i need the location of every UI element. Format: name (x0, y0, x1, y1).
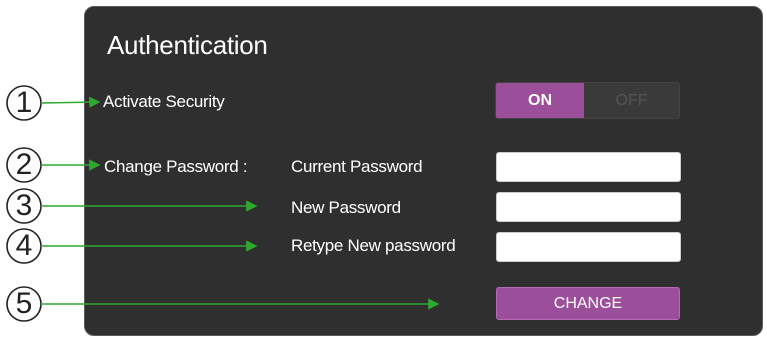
callout-number-4: 4 (15, 229, 33, 262)
new-password-field[interactable] (496, 192, 681, 222)
callout-number-3: 3 (15, 189, 33, 222)
new-password-label: New Password (291, 198, 401, 217)
callout-number-5: 5 (15, 287, 33, 320)
callout-number-2: 2 (15, 148, 33, 181)
security-toggle[interactable]: ON OFF (495, 82, 680, 119)
retype-password-label: Retype New password (291, 236, 456, 255)
current-password-label: Current Password (291, 157, 423, 176)
toggle-off-button[interactable]: OFF (584, 83, 679, 118)
page-title: Authentication (107, 30, 268, 60)
current-password-field[interactable] (496, 152, 681, 182)
toggle-on-button[interactable]: ON (496, 83, 584, 118)
change-password-label: Change Password : (104, 157, 248, 176)
activate-security-label: Activate Security (103, 92, 225, 111)
callout-number-1: 1 (15, 86, 33, 119)
retype-password-field[interactable] (496, 232, 681, 262)
change-button[interactable]: CHANGE (496, 287, 680, 320)
stage: Authentication Activate Security ON OFF … (0, 0, 767, 340)
